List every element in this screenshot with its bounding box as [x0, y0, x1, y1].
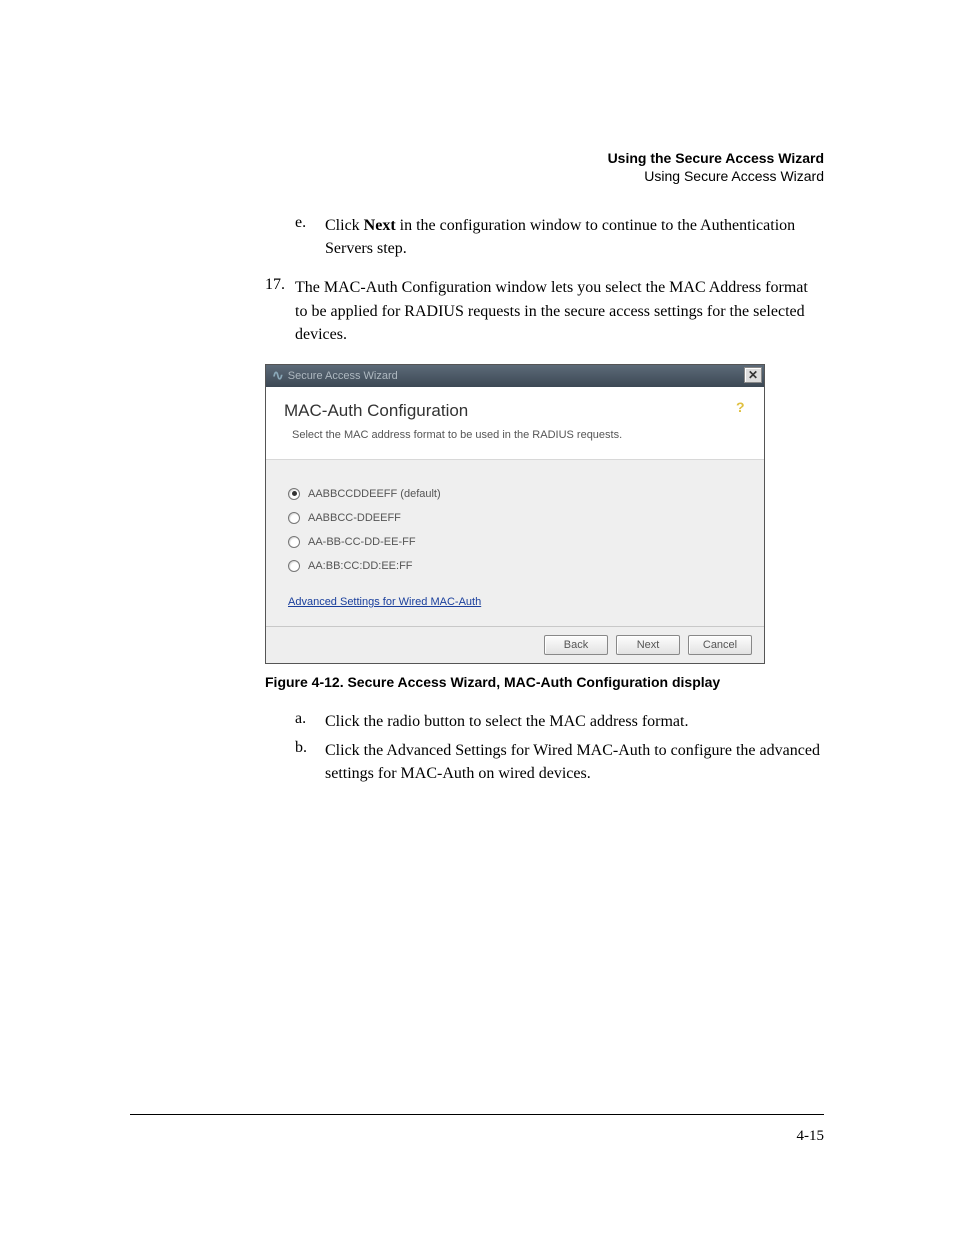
- wizard-footer: Back Next Cancel: [266, 626, 764, 663]
- wizard-icon: ∿: [272, 367, 284, 384]
- radio-option-2[interactable]: AA-BB-CC-DD-EE-FF: [288, 536, 742, 548]
- sub-a-text: Click the radio button to select the MAC…: [325, 710, 824, 733]
- advanced-settings-link[interactable]: Advanced Settings for Wired MAC-Auth: [288, 596, 481, 608]
- step-17-text: The MAC-Auth Configuration window lets y…: [295, 276, 824, 346]
- cancel-button[interactable]: Cancel: [688, 635, 752, 655]
- radio-icon[interactable]: [288, 560, 300, 572]
- step-e: e. Click Next in the configuration windo…: [295, 214, 824, 260]
- sub-list: a. Click the radio button to select the …: [295, 710, 824, 786]
- radio-label: AABBCC-DDEEFF: [308, 512, 401, 524]
- next-button[interactable]: Next: [616, 635, 680, 655]
- close-icon[interactable]: ✕: [744, 367, 762, 383]
- sub-b-text: Click the Advanced Settings for Wired MA…: [325, 739, 824, 785]
- wizard-header: MAC-Auth Configuration Select the MAC ad…: [266, 387, 764, 460]
- radio-icon[interactable]: [288, 488, 300, 500]
- page-number: 4-15: [797, 1128, 825, 1145]
- radio-label: AA-BB-CC-DD-EE-FF: [308, 536, 416, 548]
- page-header: Using the Secure Access Wizard Using Sec…: [130, 150, 824, 184]
- sub-a-letter: a.: [295, 710, 306, 728]
- wizard-titlebar: ∿ Secure Access Wizard ✕: [266, 365, 764, 387]
- radio-label: AABBCCDDEEFF (default): [308, 488, 441, 500]
- step-e-pre: Click: [325, 217, 364, 234]
- header-subtitle: Using Secure Access Wizard: [130, 168, 824, 184]
- step-17: 17. The MAC-Auth Configuration window le…: [265, 276, 824, 346]
- radio-option-3[interactable]: AA:BB:CC:DD:EE:FF: [288, 560, 742, 572]
- wizard-description: Select the MAC address format to be used…: [292, 429, 746, 441]
- step-e-letter: e.: [295, 214, 306, 232]
- radio-option-1[interactable]: AABBCC-DDEEFF: [288, 512, 742, 524]
- help-icon[interactable]: ?: [736, 399, 750, 413]
- radio-option-0[interactable]: AABBCCDDEEFF (default): [288, 488, 742, 500]
- step-17-num: 17.: [265, 276, 285, 294]
- radio-icon[interactable]: [288, 512, 300, 524]
- sub-b-letter: b.: [295, 739, 307, 757]
- back-button[interactable]: Back: [544, 635, 608, 655]
- sub-item-b: b. Click the Advanced Settings for Wired…: [295, 739, 824, 785]
- figure-caption: Figure 4-12. Secure Access Wizard, MAC-A…: [265, 674, 824, 690]
- wizard-body: AABBCCDDEEFF (default) AABBCC-DDEEFF AA-…: [266, 460, 764, 626]
- step-e-bold: Next: [364, 217, 396, 234]
- wizard-window: ∿ Secure Access Wizard ✕ MAC-Auth Config…: [265, 364, 765, 664]
- wizard-title-text: Secure Access Wizard: [288, 370, 398, 382]
- radio-icon[interactable]: [288, 536, 300, 548]
- radio-label: AA:BB:CC:DD:EE:FF: [308, 560, 413, 572]
- header-title: Using the Secure Access Wizard: [130, 150, 824, 166]
- figure-wizard: ∿ Secure Access Wizard ✕ MAC-Auth Config…: [265, 364, 824, 664]
- step-e-text: Click Next in the configuration window t…: [325, 214, 824, 260]
- footer-rule: [130, 1114, 824, 1115]
- sub-item-a: a. Click the radio button to select the …: [295, 710, 824, 733]
- step-e-post: in the configuration window to continue …: [325, 217, 795, 257]
- wizard-heading: MAC-Auth Configuration: [284, 401, 746, 421]
